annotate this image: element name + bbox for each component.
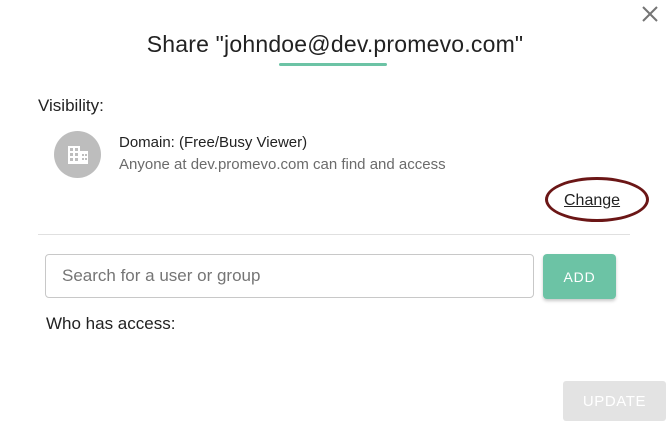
visibility-domain-title: Domain: (Free/Busy Viewer) (119, 134, 308, 151)
who-has-access-label: Who has access: (46, 314, 176, 333)
search-user-group-input[interactable] (45, 254, 534, 298)
visibility-label: Visibility: (38, 96, 104, 115)
change-visibility-link[interactable]: Change (564, 192, 620, 210)
dialog-title: Share "johndoe@dev.promevo.com" (146, 31, 524, 57)
title-underline (279, 63, 387, 66)
add-button[interactable]: ADD (543, 254, 616, 299)
share-dialog: Share "johndoe@dev.promevo.com" Visibili… (0, 0, 670, 426)
section-divider (38, 234, 630, 235)
close-button[interactable] (638, 2, 662, 26)
update-button[interactable]: UPDATE (563, 381, 666, 421)
building-icon (67, 145, 88, 164)
domain-avatar (54, 131, 101, 178)
visibility-domain-description: Anyone at dev.promevo.com can find and a… (119, 156, 446, 173)
close-icon (642, 6, 658, 22)
